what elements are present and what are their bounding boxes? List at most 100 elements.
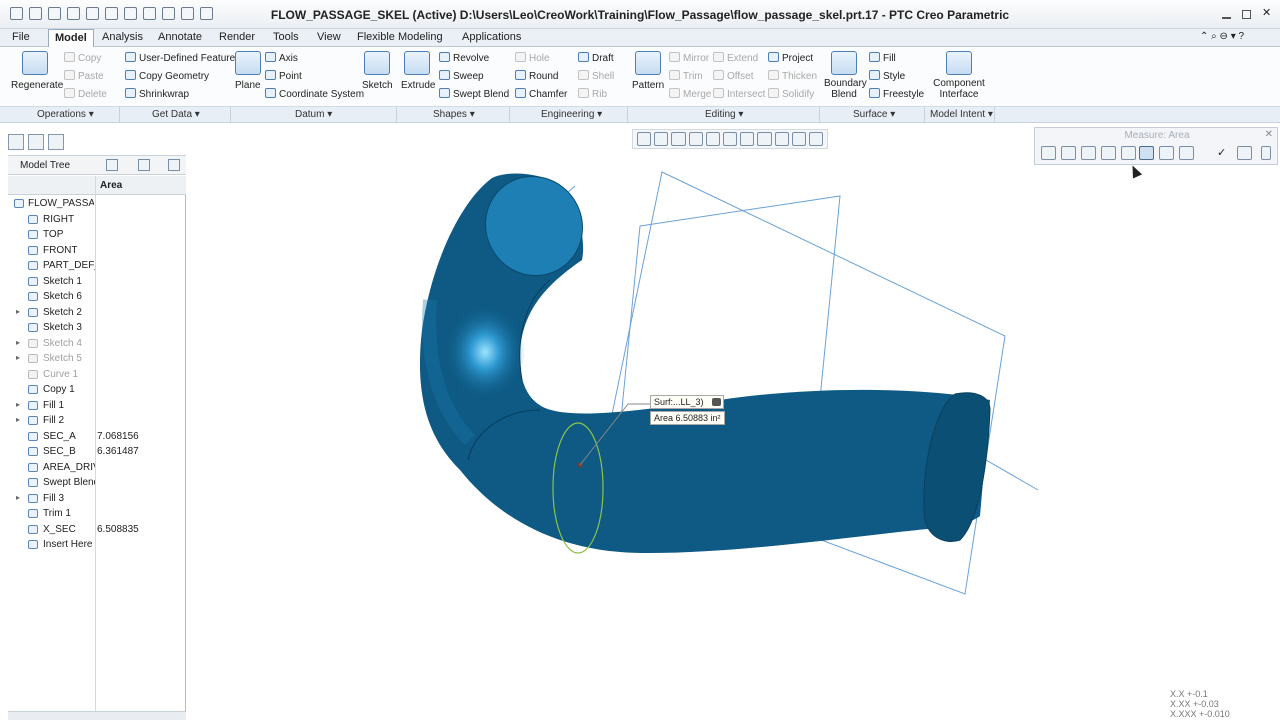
trim-button[interactable]: Trim: [669, 70, 703, 82]
tab-view[interactable]: View: [317, 31, 341, 43]
tab-analysis[interactable]: Analysis: [102, 31, 143, 43]
spin-center-icon[interactable]: [808, 132, 824, 146]
group-surface[interactable]: Surface ▾: [853, 109, 895, 120]
plane-button[interactable]: Plane: [235, 80, 261, 91]
intersect-button[interactable]: Intersect: [713, 88, 765, 100]
group-engineering[interactable]: Engineering ▾: [541, 109, 602, 120]
swept-blend-button[interactable]: Swept Blend: [439, 88, 509, 100]
boundary-blend-icon[interactable]: [831, 51, 857, 75]
sketch-icon[interactable]: [364, 51, 390, 75]
draft-button[interactable]: Draft: [578, 52, 614, 64]
tree-row[interactable]: Sketch 1: [8, 275, 186, 290]
folder-browser-tab-icon[interactable]: [28, 134, 44, 150]
hole-button[interactable]: Hole: [515, 52, 550, 64]
help-icons[interactable]: ⌃ ⌕ ⊖ ▾ ?: [1200, 31, 1244, 42]
copy-geometry-button[interactable]: Copy Geometry: [125, 70, 209, 82]
measure-distance-icon[interactable]: [1061, 146, 1076, 160]
paste-button[interactable]: Paste: [64, 70, 104, 82]
tab-model[interactable]: Model: [48, 29, 94, 47]
tab-applications[interactable]: Applications: [462, 31, 521, 43]
tree-row[interactable]: RIGHT: [8, 213, 186, 228]
group-datum[interactable]: Datum ▾: [295, 109, 332, 120]
close-icon[interactable]: ✕: [1262, 6, 1274, 19]
tree-row[interactable]: FRONT: [8, 244, 186, 259]
copy-button[interactable]: Copy: [64, 52, 101, 64]
repaint-icon[interactable]: [688, 132, 703, 146]
measure-angle-icon[interactable]: [1081, 146, 1096, 160]
measure-length-icon[interactable]: [1041, 146, 1056, 160]
tree-show-icon[interactable]: [138, 159, 150, 171]
display-style-icon[interactable]: [705, 132, 720, 146]
offset-button[interactable]: Offset: [713, 70, 754, 82]
expand-icon[interactable]: ▸: [16, 400, 24, 409]
tree-row[interactable]: Trim 1: [8, 507, 186, 522]
revolve-button[interactable]: Revolve: [439, 52, 489, 64]
tab-tools[interactable]: Tools: [273, 31, 299, 43]
tree-row[interactable]: SEC_B 6.361487: [8, 445, 186, 460]
tree-filter-icon[interactable]: [168, 159, 180, 171]
style-button[interactable]: Style: [869, 70, 905, 82]
regenerate-button[interactable]: Regenerate: [11, 80, 63, 91]
mirror-button[interactable]: Mirror: [669, 52, 709, 64]
tree-row[interactable]: Insert Here: [8, 538, 186, 553]
refit-icon[interactable]: [637, 132, 652, 146]
freestyle-button[interactable]: Freestyle: [869, 88, 924, 100]
saved-views-icon[interactable]: [722, 132, 738, 146]
fill-button[interactable]: Fill: [869, 52, 896, 64]
thicken-button[interactable]: Thicken: [768, 70, 817, 82]
tree-row[interactable]: Sketch 6: [8, 290, 186, 305]
tree-row[interactable]: ▸ Sketch 2: [8, 306, 186, 321]
tree-row[interactable]: ▸ Sketch 5: [8, 352, 186, 367]
tree-row[interactable]: ▸ Sketch 4: [8, 337, 186, 352]
axis-button[interactable]: Axis: [265, 52, 298, 64]
tree-row[interactable]: X_SEC 6.508835: [8, 523, 186, 538]
group-editing[interactable]: Editing ▾: [705, 109, 743, 120]
tree-row[interactable]: Curve 1: [8, 368, 186, 383]
shell-button[interactable]: Shell: [578, 70, 614, 82]
project-button[interactable]: Project: [768, 52, 813, 64]
tree-row[interactable]: Sketch 3: [8, 321, 186, 336]
tree-row[interactable]: FLOW_PASSAGE_SKEL.PRT: [8, 197, 186, 212]
component-interface-button[interactable]: Component Interface: [932, 78, 986, 100]
measure-triangle-icon[interactable]: [1101, 146, 1116, 160]
extend-button[interactable]: Extend: [713, 52, 758, 64]
group-shapes[interactable]: Shapes ▾: [433, 109, 475, 120]
boundary-blend-button[interactable]: Boundary Blend: [824, 78, 867, 100]
plane-icon[interactable]: [235, 51, 261, 75]
group-get-data[interactable]: Get Data ▾: [152, 109, 200, 120]
tree-row[interactable]: PART_DEF_CSYS: [8, 259, 186, 274]
expand-icon[interactable]: ▸: [16, 307, 24, 316]
callout-surface[interactable]: Surf:...LL_3): [650, 395, 724, 409]
extrude-button[interactable]: Extrude: [401, 80, 435, 91]
tab-file[interactable]: File: [12, 31, 30, 43]
minimize-icon[interactable]: [1222, 10, 1231, 19]
tree-row[interactable]: Swept Blend: [8, 476, 186, 491]
measure-ok-icon[interactable]: ✓: [1217, 146, 1232, 160]
measure-transform-icon[interactable]: [1179, 146, 1194, 160]
expand-icon[interactable]: ▸: [16, 353, 24, 362]
measure-expand-icon[interactable]: [1261, 146, 1271, 160]
round-button[interactable]: Round: [515, 70, 558, 82]
measure-save-icon[interactable]: [1237, 146, 1252, 160]
tab-flexible-modeling[interactable]: Flexible Modeling: [357, 31, 443, 43]
view-manager-icon[interactable]: [740, 132, 755, 146]
tree-row[interactable]: ▸ Fill 1: [8, 399, 186, 414]
tab-annotate[interactable]: Annotate: [158, 31, 202, 43]
maximize-icon[interactable]: [1242, 10, 1251, 19]
group-operations[interactable]: Operations ▾: [37, 109, 94, 120]
measure-volume-icon[interactable]: [1159, 146, 1174, 160]
model-tree-tab-icon[interactable]: [8, 134, 24, 150]
sweep-button[interactable]: Sweep: [439, 70, 484, 82]
extrude-icon[interactable]: [404, 51, 430, 75]
tree-settings-icon[interactable]: [106, 159, 118, 171]
component-interface-icon[interactable]: [946, 51, 972, 75]
expand-icon[interactable]: ▸: [16, 338, 24, 347]
pattern-icon[interactable]: [635, 51, 661, 75]
tree-row[interactable]: TOP: [8, 228, 186, 243]
tree-row[interactable]: SEC_A 7.068156: [8, 430, 186, 445]
favorites-tab-icon[interactable]: [48, 134, 64, 150]
shrinkwrap-button[interactable]: Shrinkwrap: [125, 88, 189, 100]
measure-area-icon[interactable]: [1139, 146, 1154, 160]
udf-button[interactable]: User-Defined Feature: [125, 52, 235, 64]
tree-horizontal-scrollbar[interactable]: [8, 711, 186, 720]
